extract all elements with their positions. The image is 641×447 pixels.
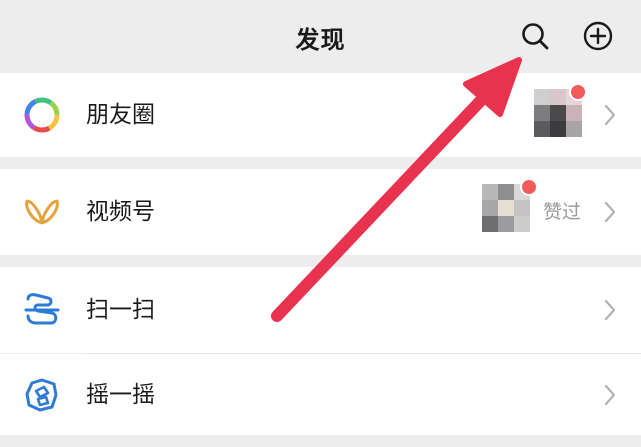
- shake-label: 摇一摇: [86, 382, 155, 408]
- channels-row[interactable]: 视频号 赞过: [0, 169, 641, 255]
- add-button[interactable]: [582, 20, 614, 52]
- channels-red-dot-badge: [520, 178, 538, 196]
- search-button[interactable]: [519, 20, 551, 52]
- chevron-right-icon: [604, 384, 616, 406]
- channels-butterfly-icon: [25, 199, 59, 225]
- moments-row[interactable]: 朋友圈: [0, 73, 641, 157]
- shake-row[interactable]: 摇一摇: [0, 354, 641, 435]
- chevron-right-icon: [604, 201, 616, 223]
- chevron-right-icon: [604, 299, 616, 321]
- moments-label: 朋友圈: [86, 102, 155, 128]
- channels-liked-status: 赞过: [543, 201, 582, 223]
- top-bar: 发现: [0, 0, 641, 72]
- shake-icon: [25, 378, 58, 412]
- moments-red-dot-badge: [569, 83, 587, 101]
- scan-label: 扫一扫: [86, 297, 155, 323]
- channels-label: 视频号: [86, 199, 155, 225]
- scan-icon: [24, 293, 60, 325]
- search-icon: [522, 23, 549, 50]
- chevron-right-icon: [604, 104, 616, 126]
- moments-aperture-icon: [24, 97, 60, 133]
- scan-row[interactable]: 扫一扫: [0, 267, 641, 353]
- plus-circle-icon: [583, 21, 613, 51]
